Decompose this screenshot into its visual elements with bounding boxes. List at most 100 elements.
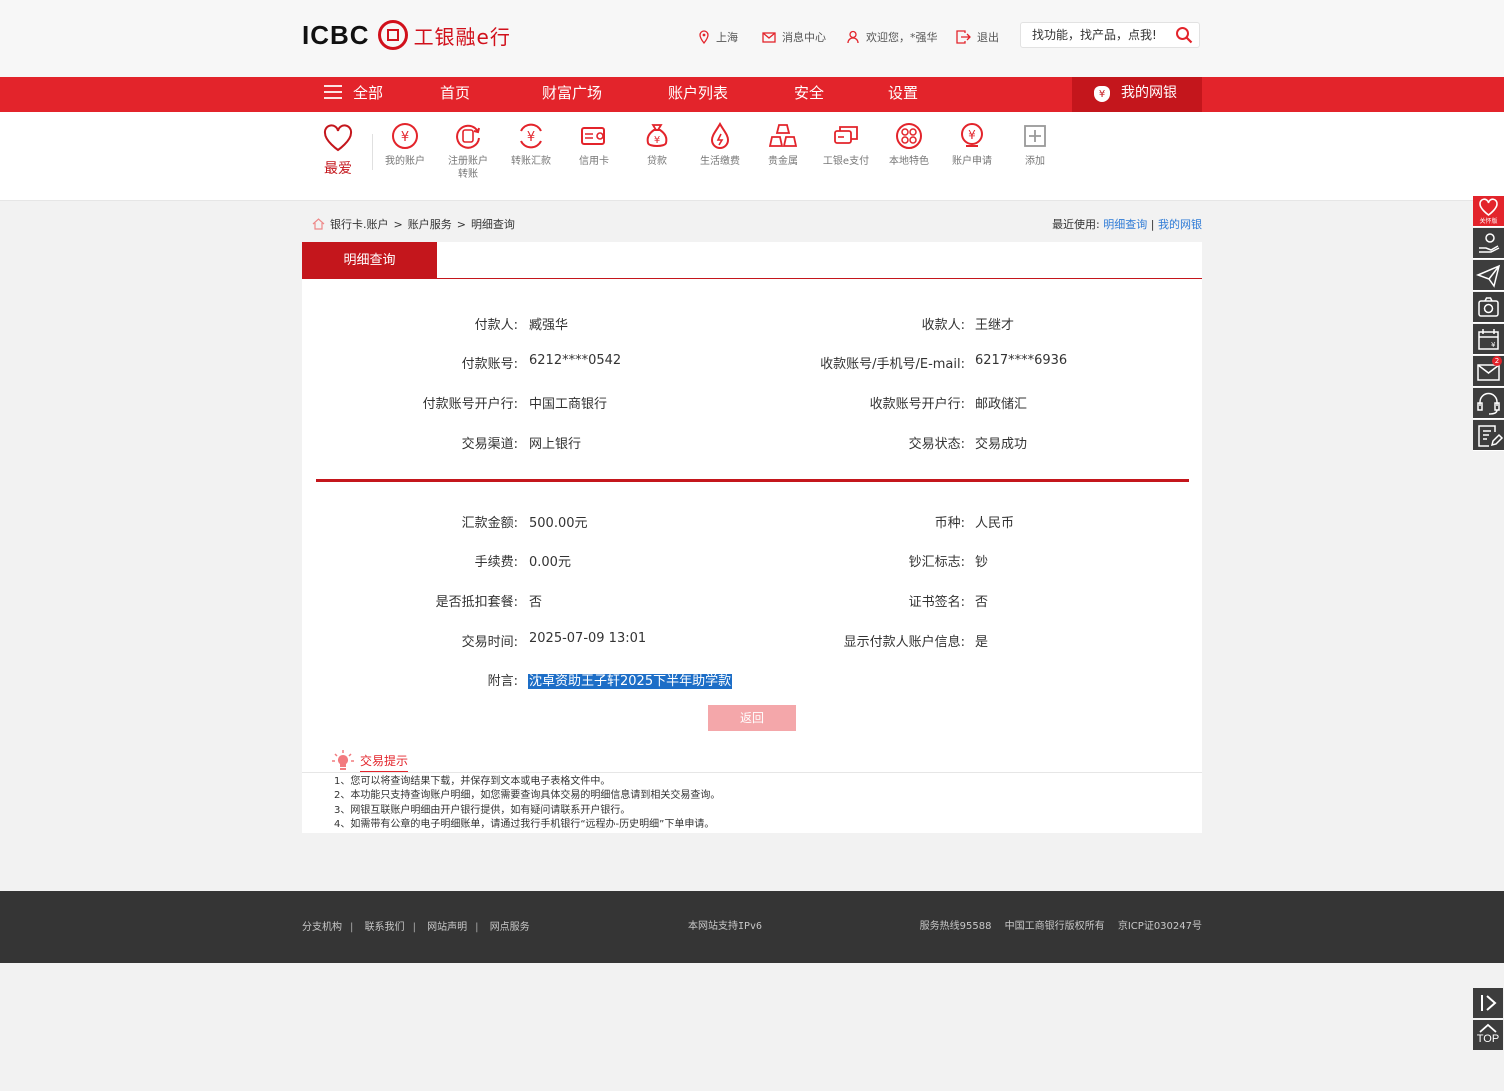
favorites-label: 最爱 — [324, 161, 352, 177]
footer-hotline: 服务热线95588 — [919, 921, 992, 932]
nav-account-list[interactable]: 账户列表 — [668, 77, 728, 112]
footer-link-contact[interactable]: 联系我们 — [365, 922, 405, 933]
logout-link[interactable]: 退出 — [956, 28, 999, 46]
nav-all-menu[interactable]: 全部 — [323, 77, 383, 112]
local-dots-icon — [896, 123, 922, 149]
breadcrumb-item[interactable]: 银行卡.账户 — [330, 216, 389, 232]
nav-all-label: 全部 — [353, 84, 384, 102]
footer-link-statement[interactable]: 网站声明 — [427, 922, 467, 933]
mail-icon — [762, 31, 776, 43]
note-value[interactable]: 沈卓资助王子轩2025下半年助学款 — [528, 670, 733, 689]
quick-local-feature[interactable]: 本地特色 — [877, 122, 941, 168]
quick-precious-metal[interactable]: 贵金属 — [751, 122, 815, 168]
fee-value: 0.00元 — [529, 555, 571, 570]
message-center-link[interactable]: 消息中心 — [762, 28, 826, 46]
quick-add[interactable]: 添加 — [1003, 122, 1067, 168]
side-hand-button[interactable] — [1473, 228, 1504, 259]
yuan-circle-icon: ¥ — [392, 123, 418, 149]
tab-detail-query[interactable]: 明细查询 — [302, 242, 437, 278]
cash-flag-label: 钞汇标志: — [908, 555, 965, 570]
collapse-sidebar-button[interactable] — [1473, 988, 1503, 1018]
quick-e-pay[interactable]: 工银e支付 — [814, 122, 878, 168]
quick-menu: 最爱 ¥ 我的账户 注册账户转账 ¥ 转账汇款 信用卡 ¥ 贷款 生活缴费 贵金… — [0, 112, 1504, 201]
location-link[interactable]: 上海 — [698, 28, 738, 46]
recent-sep: | — [1150, 218, 1155, 231]
care-mode-button[interactable]: 关怀版 — [1473, 196, 1504, 227]
quick-life-payment[interactable]: 生活缴费 — [688, 122, 752, 168]
payee-value: 王继才 — [975, 318, 1015, 333]
footer-icp: 京ICP证030247号 — [1117, 921, 1202, 932]
payer-bank-value: 中国工商银行 — [529, 397, 608, 412]
quick-loan[interactable]: ¥ 贷款 — [625, 122, 689, 168]
my-bank-button[interactable]: ¥ 我的网银 — [1072, 77, 1202, 112]
svg-text:¥: ¥ — [654, 135, 660, 146]
payer-label: 付款人: — [474, 318, 518, 333]
icbc-logo[interactable]: ICBC 工银融e行 — [302, 17, 511, 53]
payee-bank-value: 邮政储汇 — [975, 397, 1028, 412]
note-label: 附言: — [487, 674, 518, 689]
user-welcome[interactable]: 欢迎您，*强华 — [846, 28, 938, 46]
quick-my-account[interactable]: ¥ 我的账户 — [373, 122, 437, 168]
logo-text: ICBC — [302, 19, 370, 50]
quick-label: 贵金属 — [768, 156, 798, 167]
remit-icon: ¥ — [520, 123, 542, 149]
quick-credit-card[interactable]: 信用卡 — [562, 122, 626, 168]
side-send-button[interactable] — [1473, 260, 1504, 291]
breadcrumb-current: 明细查询 — [470, 218, 515, 231]
collapse-arrow-icon — [1481, 995, 1497, 1011]
side-calendar-button[interactable]: ¥ — [1473, 324, 1504, 355]
breadcrumb-item[interactable]: 账户服务 — [408, 216, 452, 232]
nav-settings[interactable]: 设置 — [888, 77, 918, 112]
search-button[interactable] — [1175, 26, 1193, 48]
breadcrumb-sep: > — [456, 217, 466, 231]
logout-icon — [956, 30, 971, 44]
svg-text:¥: ¥ — [401, 130, 409, 145]
side-camera-button[interactable] — [1473, 292, 1504, 323]
payer-value: 臧强华 — [529, 318, 569, 333]
payer-account-value: 6212****0542 — [529, 353, 622, 368]
quick-account-apply[interactable]: ¥ 账户申请 — [940, 122, 1004, 168]
note-text-selected[interactable]: 沈卓资助王子轩2025下半年助学款 — [528, 674, 733, 689]
svg-text:¥: ¥ — [527, 130, 535, 145]
welcome-label: 欢迎您，*强华 — [866, 31, 938, 44]
search-input[interactable] — [1030, 27, 1174, 43]
add-icon — [1024, 125, 1046, 147]
location-label: 上海 — [716, 31, 738, 44]
payer-account-label: 付款账号: — [461, 357, 518, 372]
quick-label: 信用卡 — [579, 156, 609, 167]
side-feedback-button[interactable] — [1473, 420, 1504, 451]
care-heart-icon — [1479, 198, 1498, 216]
package-label: 是否抵扣套餐: — [435, 595, 518, 610]
back-button[interactable]: 返回 — [708, 705, 796, 731]
footer: 分支机构 | 联系我们 | 网站声明 | 网点服务 本网站支持IPv6 服务热线955… — [0, 891, 1504, 963]
location-pin-icon — [699, 30, 709, 44]
back-to-top-button[interactable]: TOP — [1473, 1020, 1503, 1050]
fee-label: 手续费: — [474, 555, 518, 570]
side-messages-button[interactable]: 2 — [1473, 356, 1504, 387]
quick-transfer[interactable]: ¥ 转账汇款 — [499, 122, 563, 168]
nav-wealth[interactable]: 财富广场 — [542, 77, 602, 112]
user-icon — [847, 30, 859, 44]
quick-registered-transfer[interactable]: 注册账户转账 — [436, 122, 500, 181]
my-bank-label: 我的网银 — [1121, 85, 1177, 101]
svg-text:¥: ¥ — [968, 128, 976, 142]
tip-item: 1、您可以将查询结果下载，并保存到文本或电子表格文件中。 — [334, 776, 611, 787]
footer-link-outlets[interactable]: 网点服务 — [490, 922, 530, 933]
icbc-seal-icon — [377, 20, 408, 50]
nav-home[interactable]: 首页 — [440, 77, 470, 112]
recent-link-detail[interactable]: 明细查询 — [1103, 218, 1147, 231]
quick-label: 工银e支付 — [822, 156, 870, 167]
gold-bars-icon — [769, 124, 797, 147]
nav-security[interactable]: 安全 — [794, 77, 824, 112]
recent-link-mybank[interactable]: 我的网银 — [1158, 218, 1202, 231]
time-label: 交易时间: — [461, 635, 518, 650]
quick-label: 添加 — [1025, 156, 1045, 167]
tip-item: 2、本功能只支持查询账户明细，如您需要查询具体交易的明细信息请到相关交易查询。 — [334, 790, 721, 802]
footer-link-branches[interactable]: 分支机构 — [302, 922, 342, 933]
show-payer-label: 显示付款人账户信息: — [843, 635, 965, 650]
money-bag-icon: ¥ — [1094, 86, 1110, 102]
detail-panel: 明细查询 付款人: 臧强华 收款人: 王继才 付款账号: 6212****054… — [302, 242, 1202, 738]
side-service-button[interactable] — [1473, 388, 1504, 419]
favorites[interactable]: 最爱 — [322, 124, 354, 178]
quick-label: 转账汇款 — [511, 156, 551, 167]
